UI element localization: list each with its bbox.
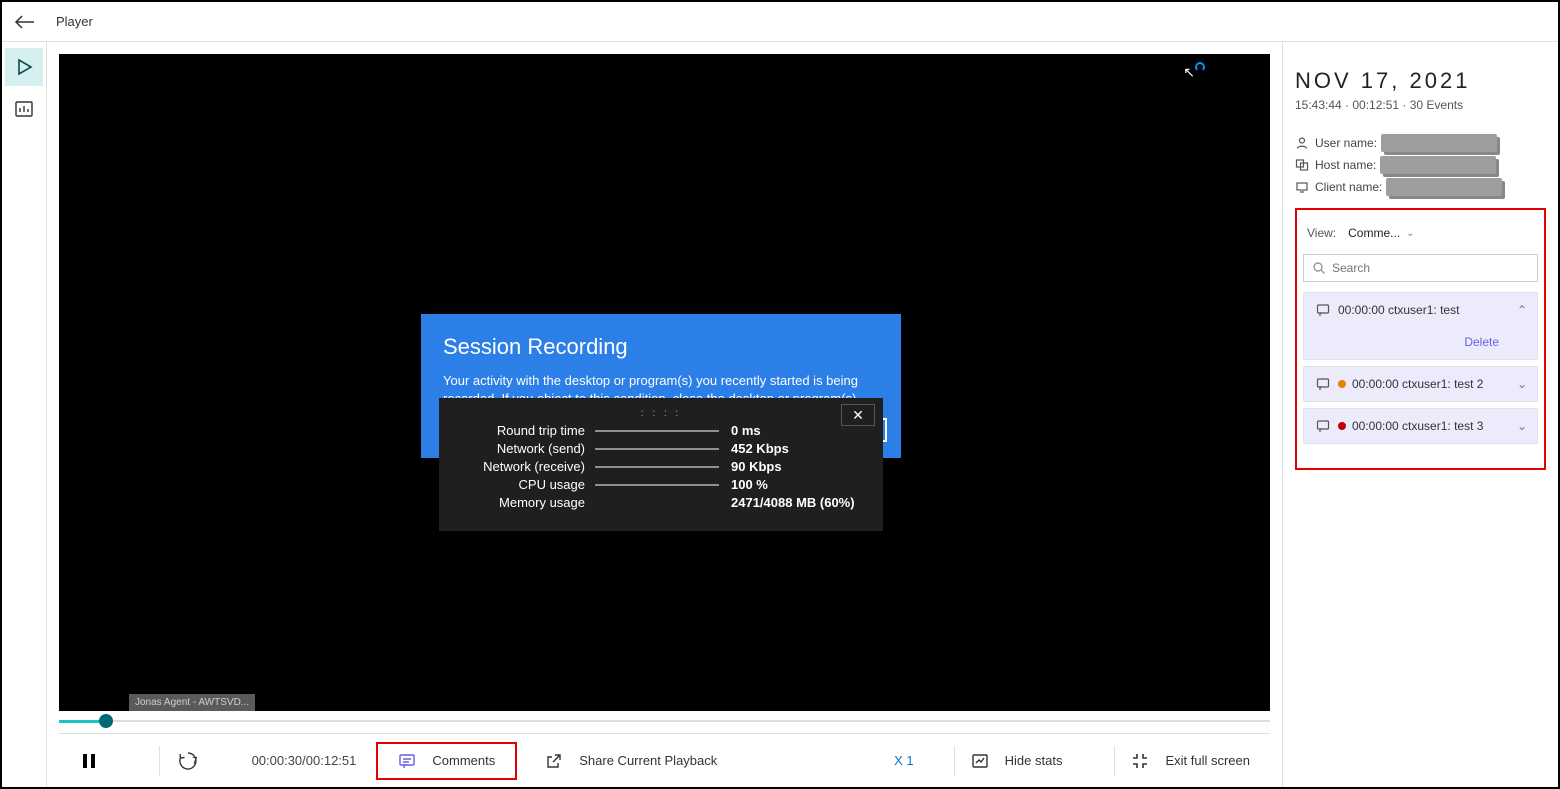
- comment-icon: [1316, 377, 1330, 391]
- center-column: ↖ Session Recording Your activity with t…: [47, 42, 1282, 787]
- sparkline-icon: [595, 442, 719, 456]
- stats-panel: : : : : ✕ Round trip time 0 ms Network (…: [439, 398, 883, 531]
- timeline[interactable]: [59, 713, 1270, 729]
- chevron-up-icon[interactable]: ⌃: [1517, 303, 1527, 317]
- rewind-button[interactable]: 7: [176, 749, 214, 773]
- stat-row: Network (receive) 90 Kbps: [455, 459, 867, 474]
- video-area: ↖ Session Recording Your activity with t…: [59, 54, 1270, 711]
- rail-stats-button[interactable]: [5, 90, 43, 128]
- rail-play-button[interactable]: [5, 48, 43, 86]
- status-dot-icon: [1338, 380, 1346, 388]
- host-icon: [1295, 158, 1309, 172]
- taskbar-window-tag: Jonas Agent - AWTSVD...: [129, 694, 255, 711]
- right-panel: NOV 17, 2021 15:43:44 · 00:12:51 · 30 Ev…: [1282, 42, 1558, 787]
- stat-row: Round trip time 0 ms: [455, 423, 867, 438]
- hide-stats-button[interactable]: Hide stats: [971, 752, 1063, 770]
- comment-icon: [398, 752, 424, 770]
- divider: [159, 746, 160, 776]
- sparkline-icon: [595, 460, 719, 474]
- chevron-down-icon: ⌄: [1406, 228, 1414, 239]
- page-title: Player: [56, 14, 93, 29]
- comment-text: 00:00:00 ctxuser1: test: [1338, 303, 1459, 317]
- timeline-thumb[interactable]: [99, 714, 113, 728]
- meta-label: Host name:: [1315, 158, 1376, 172]
- search-input[interactable]: [1332, 261, 1529, 275]
- share-label: Share Current Playback: [579, 753, 717, 768]
- comment-item[interactable]: 00:00:00 ctxuser1: test 3 ⌄: [1303, 408, 1538, 444]
- chevron-down-icon[interactable]: ⌄: [1517, 419, 1527, 433]
- meta-label: Client name:: [1315, 180, 1382, 194]
- stats-drag-handle-icon[interactable]: : : : :: [455, 408, 867, 419]
- redacted-value: [1381, 134, 1497, 152]
- comment-delete-link[interactable]: Delete: [1316, 335, 1525, 349]
- left-rail: [2, 42, 47, 787]
- comment-icon: [1316, 303, 1330, 317]
- controls: 7 00:00:30/00:12:51 Comments Share Curre…: [59, 733, 1270, 787]
- stat-value: 452 Kbps: [731, 441, 789, 456]
- stat-label: Network (send): [455, 441, 595, 456]
- back-arrow-icon[interactable]: [14, 14, 36, 30]
- playback-time: 00:00:30/00:12:51: [252, 753, 357, 768]
- sparkline-icon: [595, 478, 719, 492]
- stat-row: CPU usage 100 %: [455, 477, 867, 492]
- recording-subinfo: 15:43:44 · 00:12:51 · 30 Events: [1295, 98, 1546, 112]
- meta-row-host: Host name:: [1295, 156, 1546, 174]
- speed-button[interactable]: X 1: [894, 753, 914, 768]
- comment-text: 00:00:00 ctxuser1: test 3: [1352, 419, 1483, 433]
- comment-item[interactable]: 00:00:00 ctxuser1: test 2 ⌄: [1303, 366, 1538, 402]
- stat-label: Memory usage: [455, 495, 595, 510]
- stat-label: Network (receive): [455, 459, 595, 474]
- comment-text: 00:00:00 ctxuser1: test 2: [1352, 377, 1483, 391]
- view-label: View:: [1307, 226, 1336, 240]
- stat-value: 2471/4088 MB (60%): [731, 495, 855, 510]
- divider: [1114, 746, 1115, 776]
- session-popup-title: Session Recording: [443, 334, 879, 360]
- view-value: Comme...: [1348, 226, 1400, 240]
- comments-label: Comments: [432, 753, 495, 768]
- user-icon: [1295, 136, 1309, 150]
- stat-label: Round trip time: [455, 423, 595, 438]
- stats-close-button[interactable]: ✕: [841, 404, 875, 426]
- comment-icon: [1316, 419, 1330, 433]
- search-icon: [1312, 261, 1326, 275]
- comment-item[interactable]: 00:00:00 ctxuser1: test ⌃ Delete: [1303, 292, 1538, 360]
- redacted-value: [1380, 156, 1496, 174]
- chevron-down-icon[interactable]: ⌄: [1517, 377, 1527, 391]
- meta-row-client: Client name:: [1295, 178, 1546, 196]
- stat-row: Network (send) 452 Kbps: [455, 441, 867, 456]
- sparkline-icon: [595, 424, 719, 438]
- redacted-value: [1386, 178, 1502, 196]
- header: Player: [2, 2, 1558, 42]
- share-button[interactable]: Share Current Playback: [545, 752, 717, 770]
- main: ↖ Session Recording Your activity with t…: [2, 42, 1558, 787]
- view-row: View: Comme... ⌄: [1303, 218, 1538, 248]
- comments-panel: View: Comme... ⌄ 00:00:00 ctxuser1: test: [1295, 208, 1546, 470]
- meta-label: User name:: [1315, 136, 1377, 150]
- rewind-seconds-label: 7: [192, 756, 198, 767]
- status-dot-icon: [1338, 422, 1346, 430]
- close-icon: ✕: [852, 407, 864, 424]
- recorded-cursor-icon: ↖: [1183, 64, 1195, 81]
- stats-icon: [971, 752, 997, 770]
- stat-value: 0 ms: [731, 423, 761, 438]
- recording-date: NOV 17, 2021: [1295, 68, 1546, 94]
- pause-button[interactable]: [79, 751, 107, 771]
- client-icon: [1295, 180, 1309, 194]
- exit-fullscreen-button[interactable]: Exit full screen: [1131, 752, 1250, 770]
- stat-value: 100 %: [731, 477, 768, 492]
- share-icon: [545, 752, 571, 770]
- meta-row-user: User name:: [1295, 134, 1546, 152]
- view-dropdown[interactable]: Comme... ⌄: [1348, 226, 1414, 240]
- search-box[interactable]: [1303, 254, 1538, 282]
- stat-label: CPU usage: [455, 477, 595, 492]
- comments-button[interactable]: Comments: [376, 742, 517, 780]
- exit-fullscreen-icon: [1131, 752, 1157, 770]
- hide-stats-label: Hide stats: [1005, 753, 1063, 768]
- timeline-track: [59, 720, 1270, 722]
- divider: [954, 746, 955, 776]
- stat-value: 90 Kbps: [731, 459, 782, 474]
- stat-row: Memory usage 2471/4088 MB (60%): [455, 495, 867, 510]
- exit-fullscreen-label: Exit full screen: [1165, 753, 1250, 768]
- meta-block: User name: Host name: Client name:: [1295, 134, 1546, 196]
